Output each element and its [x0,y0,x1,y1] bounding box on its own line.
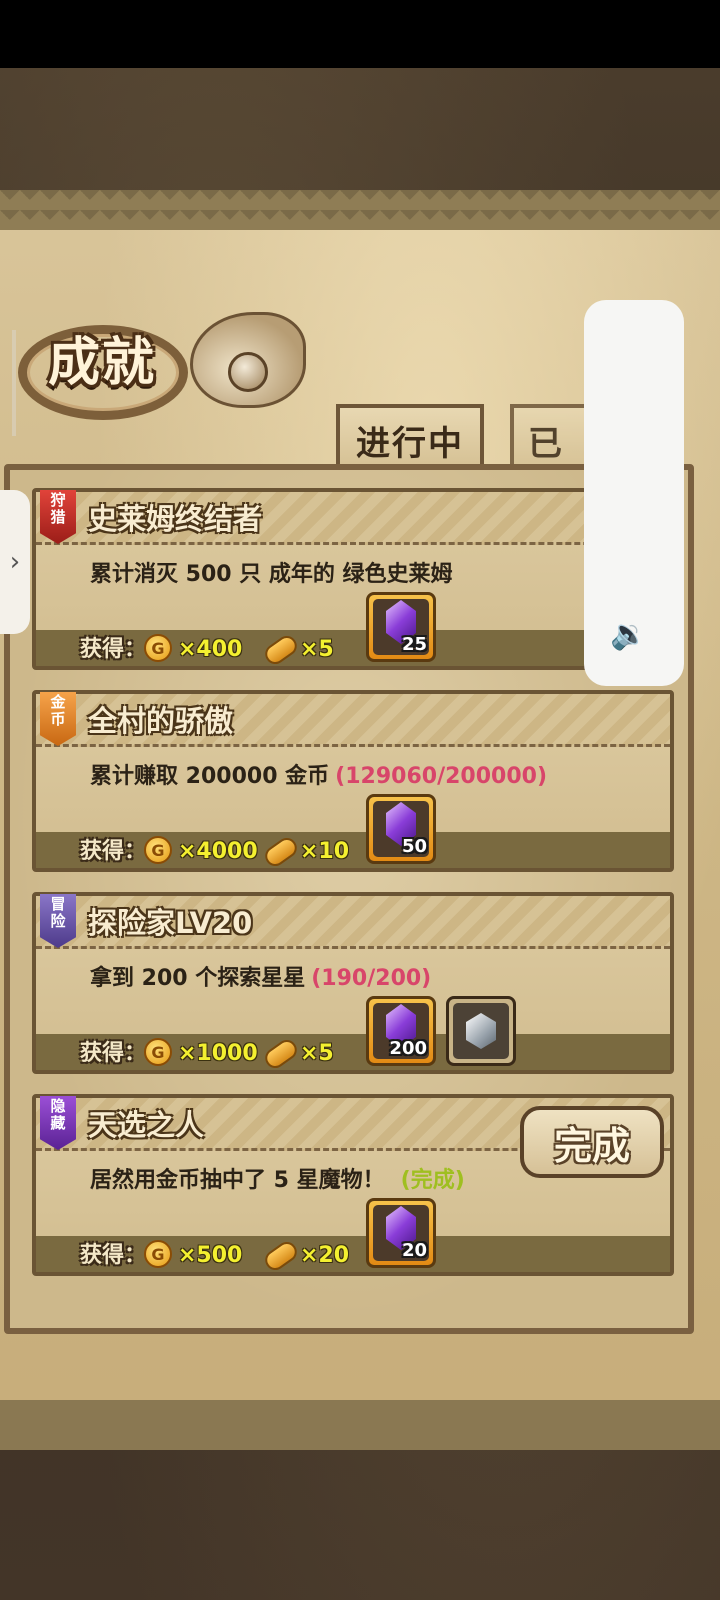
egg-emblem-icon [228,352,268,392]
complete-button[interactable]: 完成 [520,1106,664,1178]
gem-reward: 200 [366,996,436,1066]
card-description: 累计消灭 500 只 成年的 绿色史莱姆 [90,556,453,588]
volume-panel[interactable]: 🔉 [584,300,684,686]
gold-coin-icon: G [144,634,172,662]
scroll-indicator [12,330,16,436]
volume-icon[interactable]: 🔉 [610,617,647,652]
achievement-card-2: 金 币 全村的骄傲 累计赚取 200000 金币 (129060/200000) … [32,690,674,872]
progress-text: (完成) [400,1168,465,1193]
hunt-badge: 狩 猎 [40,490,76,544]
reward-label: 获得： [80,839,147,864]
gem-count: 200 [389,1038,427,1059]
gem-count: 50 [401,836,427,857]
crystal-shard-icon [466,1013,496,1049]
description-text: 拿到 200 个探索星星 [90,966,306,991]
gold-coin-icon: G [144,836,172,864]
paper-edge-top [0,190,720,230]
page-title: 成就 [48,333,157,393]
card-description: 累计赚取 200000 金币 (129060/200000) [90,758,547,790]
description-text: 居然用金币抽中了 5 星魔物！ [90,1168,385,1193]
gem-reward: 50 [366,794,436,864]
hidden-badge: 隐 藏 [40,1096,76,1150]
card-title: 探险家LV20 [88,906,253,940]
card-title: 全村的骄傲 [88,704,234,738]
card-description: 居然用金币抽中了 5 星魔物！ (完成) [90,1162,465,1194]
status-bar [0,0,720,68]
card-title: 史莱姆终结者 [88,502,263,536]
gem-reward: 25 [366,592,436,662]
paper-edge-bottom [0,1400,720,1450]
gem-count: 20 [401,1240,427,1261]
gold-badge: 金 币 [40,692,76,746]
progress-text: (190/200) [311,966,432,991]
item-reward [446,996,516,1066]
reward-label: 获得： [80,637,147,662]
bread-amount: ×5 [300,637,334,662]
gold-coin-icon: G [144,1240,172,1268]
tab-in-progress[interactable]: 进行中 [336,404,484,472]
achievement-card-1: 狩 猎 史莱姆终结者 累计消灭 500 只 成年的 绿色史莱姆 获得： G ×4… [32,488,674,670]
bread-amount: ×5 [300,1041,334,1066]
gem-reward: 20 [366,1198,436,1268]
reward-label: 获得： [80,1041,147,1066]
gem-count: 25 [401,634,427,655]
coin-amount: ×400 [178,637,243,662]
progress-text: (129060/200000) [335,764,548,789]
card-description: 拿到 200 个探索星星 (190/200) [90,960,431,992]
reward-label: 获得： [80,1243,147,1268]
gold-coin-icon: G [144,1038,172,1066]
achievement-card-3: 冒 险 探险家LV20 拿到 200 个探索星星 (190/200) 获得： G … [32,892,674,1074]
card-title: 天选之人 [88,1108,205,1142]
bread-amount: ×20 [300,1243,350,1268]
description-text: 累计消灭 500 只 成年的 绿色史莱姆 [90,562,453,587]
coin-amount: ×4000 [178,839,258,864]
side-panel-handle[interactable]: › [0,490,30,634]
adventure-badge: 冒 险 [40,894,76,948]
coin-amount: ×1000 [178,1041,258,1066]
coin-amount: ×500 [178,1243,243,1268]
description-text: 累计赚取 200000 金币 [90,764,330,789]
bread-amount: ×10 [300,839,350,864]
